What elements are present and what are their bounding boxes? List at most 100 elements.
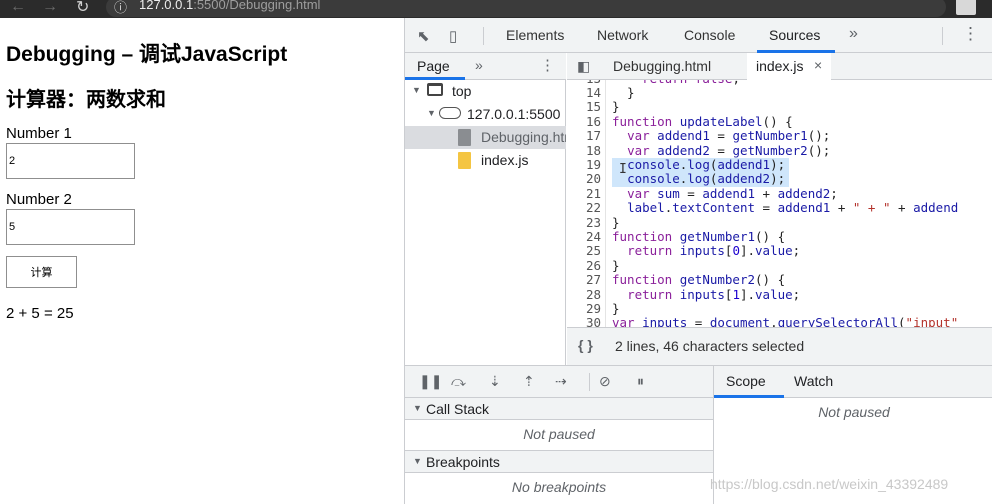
code-text[interactable]: var addend2 = getNumber2();	[612, 143, 830, 158]
more-tabs-icon[interactable]: »	[849, 25, 858, 43]
code-line[interactable]: 24 function getNumber1() {	[567, 229, 992, 244]
line-number[interactable]: 29	[567, 301, 601, 316]
line-number[interactable]: 28	[567, 287, 601, 302]
code-text[interactable]: return inputs[0].value;	[612, 244, 800, 258]
pause-on-exceptions-icon[interactable]: ⏸	[637, 373, 644, 390]
close-tab-icon[interactable]: ×	[814, 57, 822, 73]
pretty-print-icon[interactable]: { }	[578, 337, 593, 353]
code-line[interactable]: 21 var sum = addend1 + addend2;	[567, 186, 992, 201]
code-line[interactable]: 28 return inputs[1].value;	[567, 287, 992, 302]
pause-icon[interactable]: ❚❚	[419, 373, 442, 390]
code-line[interactable]: 18 var addend2 = getNumber2();	[567, 143, 992, 158]
reload-icon[interactable]: ↻	[76, 0, 89, 17]
line-number[interactable]: 16	[567, 114, 601, 129]
code-line[interactable]: 29}	[567, 301, 992, 316]
code-text[interactable]: var inputs = document.querySelectorAll("…	[612, 316, 958, 327]
code-line[interactable]: 15}	[567, 99, 992, 114]
number1-input[interactable]	[6, 143, 135, 179]
line-number[interactable]: 26	[567, 258, 601, 273]
device-toolbar-icon[interactable]: ▯	[449, 27, 457, 45]
code-line[interactable]: 26}	[567, 258, 992, 273]
tab-console[interactable]: Console	[684, 27, 735, 43]
code-text[interactable]: }	[612, 215, 620, 230]
call-stack-title: Call Stack	[426, 401, 490, 417]
code-text[interactable]: function updateLabel() {	[612, 114, 793, 129]
code-text[interactable]: }	[612, 258, 620, 273]
code-line[interactable]: 23}	[567, 215, 992, 230]
number2-input[interactable]	[6, 209, 135, 245]
code-line[interactable]: 16 function updateLabel() {	[567, 114, 992, 129]
code-text[interactable]: var sum = addend1 + addend2;	[612, 186, 838, 201]
editor-tab-index-js[interactable]: index.js	[756, 58, 803, 74]
toggle-navigator-icon[interactable]: ◧	[577, 58, 590, 75]
code-text[interactable]: function getNumber2() {	[612, 272, 785, 287]
more-navigator-tabs-icon[interactable]: »	[475, 57, 483, 73]
code-line[interactable]: 27 function getNumber2() {	[567, 272, 992, 287]
inspect-element-icon[interactable]: ⬉	[417, 27, 430, 45]
forward-icon[interactable]: →	[42, 0, 58, 16]
tab-elements[interactable]: Elements	[506, 27, 564, 43]
breakpoints-header[interactable]: ▼ Breakpoints	[405, 451, 713, 473]
code-text[interactable]: }	[612, 100, 620, 114]
line-number[interactable]: 21	[567, 186, 601, 201]
line-number[interactable]: 14	[567, 85, 601, 100]
code-text[interactable]: console.log(addend1);	[612, 157, 790, 173]
tab-page[interactable]: Page	[417, 58, 450, 74]
call-stack-header[interactable]: ▼ Call Stack	[405, 398, 713, 420]
collapse-arrow-icon[interactable]: ▼	[413, 403, 422, 413]
back-icon[interactable]: ←	[10, 0, 26, 16]
line-number[interactable]: 18	[567, 143, 601, 158]
code-text[interactable]: }	[612, 85, 635, 100]
line-number[interactable]: 15	[567, 99, 601, 114]
code-text[interactable]: console.log(addend2);	[612, 172, 790, 187]
code-line[interactable]: 22 label.textContent = addend1 + " + " +…	[567, 200, 992, 215]
code-line[interactable]: 30 var inputs = document.querySelectorAll…	[567, 315, 992, 327]
code-line[interactable]: 20 console.log(addend2);	[567, 171, 992, 187]
code-line[interactable]: 25 return inputs[0].value;	[567, 243, 992, 258]
scope-status: Not paused	[818, 404, 890, 420]
expand-arrow-icon[interactable]: ▼	[412, 85, 421, 95]
tab-sources[interactable]: Sources	[769, 27, 820, 43]
tab-watch[interactable]: Watch	[794, 373, 833, 389]
line-number[interactable]: 19	[567, 157, 601, 172]
code-text[interactable]: function getNumber1() {	[612, 229, 785, 244]
code-line[interactable]: 14 }	[567, 85, 992, 100]
step-over-icon[interactable]: ⤼	[451, 373, 466, 390]
code-text[interactable]: return inputs[1].value;	[612, 287, 800, 302]
site-info-icon[interactable]: ⓘ	[114, 0, 127, 16]
calculate-button[interactable]: 计算	[6, 256, 77, 288]
profile-icon[interactable]	[956, 0, 976, 15]
line-number[interactable]: 27	[567, 272, 601, 287]
tree-item-index-js[interactable]: index.js	[405, 149, 566, 172]
step-icon[interactable]: ⇢	[555, 373, 567, 390]
code-area[interactable]: 13 return false;14 }15}16function update…	[567, 80, 992, 327]
line-number[interactable]: 22	[567, 200, 601, 215]
devtools-menu-icon[interactable]: ⋮	[962, 24, 979, 44]
code-text[interactable]: var addend1 = getNumber1();	[612, 128, 830, 143]
web-page: Debugging – 调试JavaScript 计算器：两数求和 Number…	[0, 18, 404, 504]
line-number[interactable]: 23	[567, 215, 601, 230]
line-number[interactable]: 20	[567, 171, 601, 186]
line-number[interactable]: 30	[567, 315, 601, 327]
expand-arrow-icon[interactable]: ▼	[427, 108, 436, 118]
step-out-icon[interactable]: ⇡	[523, 373, 535, 390]
line-number[interactable]: 24	[567, 229, 601, 244]
step-into-icon[interactable]: ⇣	[489, 373, 501, 390]
line-number[interactable]: 25	[567, 243, 601, 258]
code-line[interactable]: 19 console.log(addend1);	[567, 157, 992, 173]
toolbar-divider	[942, 27, 943, 45]
line-number[interactable]: 17	[567, 128, 601, 143]
call-stack-body: Not paused	[405, 420, 713, 451]
code-text[interactable]: }	[612, 301, 620, 316]
tab-scope[interactable]: Scope	[726, 373, 766, 389]
tree-item-debugging-html[interactable]: Debugging.html	[405, 126, 566, 149]
deactivate-breakpoints-icon[interactable]: ⊘	[599, 373, 611, 390]
collapse-arrow-icon[interactable]: ▼	[413, 456, 422, 466]
code-text[interactable]: label.textContent = addend1 + " + " + ad…	[612, 200, 958, 215]
tree-item-top[interactable]: ▼ top	[405, 80, 566, 103]
editor-tab-debugging-html[interactable]: Debugging.html	[613, 58, 711, 74]
tab-network[interactable]: Network	[597, 27, 648, 43]
code-line[interactable]: 17 var addend1 = getNumber1();	[567, 128, 992, 143]
navigator-menu-icon[interactable]: ⋮	[540, 56, 555, 74]
tree-item-origin[interactable]: ▼ 127.0.0.1:5500	[405, 103, 566, 126]
